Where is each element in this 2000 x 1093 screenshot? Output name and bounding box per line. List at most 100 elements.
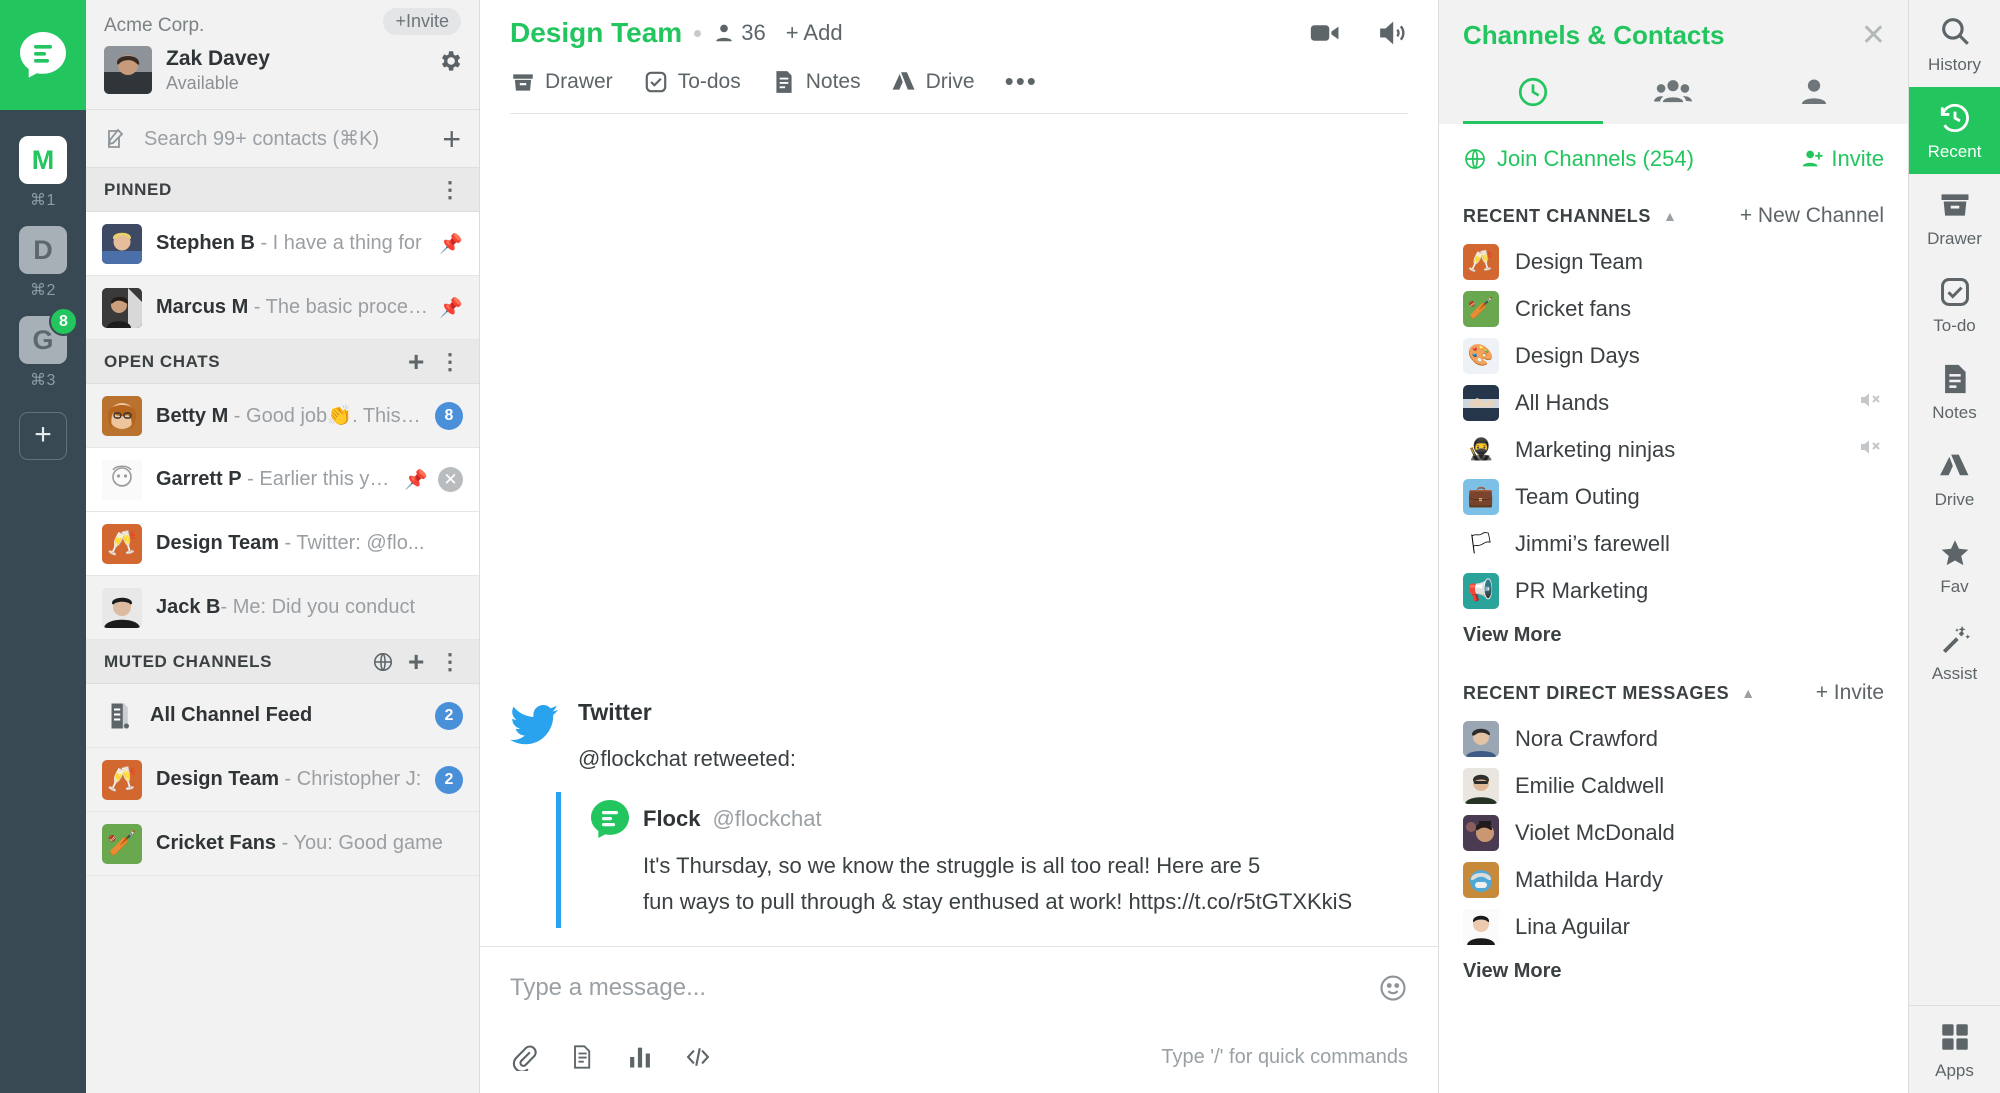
mute-icon[interactable] <box>1858 436 1884 463</box>
rail-item-notes[interactable]: Notes <box>1909 348 2000 435</box>
list-item[interactable]: All Channel Feed 2 <box>86 684 479 748</box>
tab-contacts[interactable] <box>1744 75 1884 124</box>
list-item[interactable]: 🏏 Cricket Fans - You: Good game <box>86 812 479 876</box>
current-user[interactable]: Zak Davey Available <box>104 46 461 94</box>
list-item[interactable]: Emilie Caldwell <box>1463 762 1884 809</box>
list-item[interactable]: Violet McDonald <box>1463 809 1884 856</box>
list-item-preview: - Christopher J: <box>279 768 422 790</box>
checkbox-icon <box>645 71 666 92</box>
list-item[interactable]: 🎨 Design Days <box>1463 332 1884 379</box>
tab-notes[interactable]: Notes <box>771 69 861 95</box>
chevron-up-icon[interactable]: ▲ <box>1741 685 1755 701</box>
rail-item-assist[interactable]: Assist <box>1909 609 2000 696</box>
close-icon[interactable]: ✕ <box>438 467 463 492</box>
search-input[interactable]: Search 99+ contacts (⌘K) <box>144 126 442 151</box>
clock-icon <box>1519 77 1548 107</box>
rail-item-recent[interactable]: Recent <box>1908 87 2000 174</box>
list-item-name: Cricket Fans <box>156 832 277 854</box>
drawer-icon <box>1941 194 1968 216</box>
kebab-icon[interactable]: ⋮ <box>439 350 461 372</box>
list-item[interactable]: Marcus M - The basic proced... 📌 <box>86 276 479 340</box>
rail-item-apps[interactable]: Apps <box>1908 1005 2000 1093</box>
document-icon[interactable] <box>568 1043 596 1071</box>
rail-item-fav[interactable]: Fav <box>1909 522 2000 609</box>
close-icon[interactable]: ✕ <box>1861 18 1886 53</box>
team-tile-m[interactable]: M <box>19 136 67 184</box>
team-item-m[interactable]: M ⌘1 <box>19 136 67 222</box>
list-item[interactable]: Lina Aguilar <box>1463 903 1884 950</box>
view-more-channels[interactable]: View More <box>1463 624 1884 647</box>
video-camera-icon[interactable] <box>1308 16 1342 50</box>
speaker-icon[interactable] <box>1376 17 1408 49</box>
list-item[interactable]: 🏏 Cricket fans <box>1463 285 1884 332</box>
poll-bars-icon[interactable] <box>626 1043 654 1071</box>
invite-button[interactable]: +Invite <box>383 8 461 35</box>
add-team-button[interactable]: + <box>19 412 67 460</box>
pin-icon[interactable]: 📌 <box>439 232 463 256</box>
flock-logo-icon <box>20 32 66 78</box>
gear-icon[interactable] <box>437 48 463 74</box>
team-tile-g[interactable]: G 8 <box>19 307 78 364</box>
view-more-dms[interactable]: View More <box>1463 960 1884 983</box>
list-item[interactable]: Jack B- Me: Did you conduct <box>86 576 479 640</box>
list-item[interactable]: Mathilda Hardy <box>1463 856 1884 903</box>
list-item[interactable]: All Hands <box>1463 379 1884 426</box>
more-options-button[interactable]: ••• <box>1005 66 1038 97</box>
section-title: PINNED <box>104 179 172 199</box>
rail-item-history[interactable]: History <box>1909 0 2000 87</box>
composer-input-row[interactable]: Type a message... <box>510 973 1408 1003</box>
list-item[interactable]: 🥂 Design Team <box>1463 238 1884 285</box>
team-item-g[interactable]: G 8 ⌘3 <box>19 307 78 402</box>
paperclip-icon[interactable] <box>510 1043 538 1071</box>
list-item[interactable]: 💼 Team Outing <box>1463 473 1884 520</box>
team-tile-d[interactable]: D <box>19 226 67 274</box>
kebab-icon[interactable]: ⋮ <box>439 650 461 672</box>
list-item[interactable]: 🥂 Design Team - Twitter: @flo... <box>86 512 479 576</box>
list-item-name: Garrett P <box>156 468 242 490</box>
new-channel-button[interactable]: + New Channel <box>1740 204 1884 228</box>
quoted-handle: @flockchat <box>712 806 822 832</box>
message-input[interactable]: Type a message... <box>510 974 1378 1002</box>
person-icon <box>716 24 732 42</box>
tab-groups[interactable] <box>1603 75 1743 124</box>
compose-search-icon <box>107 128 124 148</box>
search-bar[interactable]: Search 99+ contacts (⌘K) + <box>86 110 479 168</box>
add-member-button[interactable]: + Add <box>786 20 843 46</box>
join-channels-button[interactable]: Join Channels (254) <box>1497 146 1694 172</box>
rail-item-drive[interactable]: Drive <box>1909 435 2000 522</box>
list-item[interactable]: Stephen B - I have a thing for 📌 <box>86 212 479 276</box>
rail-item-drawer[interactable]: Drawer <box>1909 174 2000 261</box>
list-item-label: Marketing ninjas <box>1515 436 1676 462</box>
list-item[interactable]: 🏳 Jimmi’s farewell <box>1463 520 1884 567</box>
invite-dm-button[interactable]: + Invite <box>1816 681 1884 705</box>
plus-icon[interactable]: + <box>408 347 425 376</box>
avatar: 🥷 <box>1463 431 1499 468</box>
flock-logo[interactable] <box>0 0 86 110</box>
quoted-text-line2: fun ways to pull through & stay enthused… <box>643 889 1353 915</box>
list-item[interactable]: Nora Crawford <box>1463 715 1884 762</box>
tab-recent[interactable] <box>1463 75 1604 124</box>
pin-icon[interactable]: 📌 <box>439 296 463 320</box>
kebab-icon[interactable]: ⋮ <box>439 178 461 200</box>
list-item[interactable]: 📢 PR Marketing <box>1463 567 1884 614</box>
tab-todos[interactable]: To-dos <box>643 69 741 95</box>
plus-icon[interactable]: + <box>408 647 425 676</box>
new-chat-button[interactable]: + <box>442 123 461 155</box>
tab-drive[interactable]: Drive <box>891 69 975 95</box>
team-item-d[interactable]: D ⌘2 <box>19 226 67 312</box>
pin-icon[interactable]: 📌 <box>404 468 428 492</box>
list-item[interactable]: Garrett P - Earlier this year... 📌 ✕ <box>86 448 479 512</box>
list-item[interactable]: 🥂 Design Team - Christopher J: 2 <box>86 748 479 812</box>
tab-drawer[interactable]: Drawer <box>510 69 613 95</box>
list-item[interactable]: Betty M - Good job👏. This h... 8 <box>86 384 479 448</box>
avatar <box>102 223 142 264</box>
rail-item-todo[interactable]: To-do <box>1909 261 2000 348</box>
code-snippet-icon[interactable] <box>684 1043 712 1071</box>
invite-button[interactable]: Invite <box>1801 146 1884 172</box>
globe-icon[interactable] <box>372 651 394 673</box>
list-item[interactable]: 🥷 Marketing ninjas <box>1463 426 1884 473</box>
chevron-up-icon[interactable]: ▲ <box>1663 208 1677 224</box>
emoji-smiley-icon[interactable] <box>1378 973 1408 1003</box>
list-item-text: Design Team - Twitter: @flo... <box>156 532 463 555</box>
mute-icon[interactable] <box>1858 389 1884 416</box>
